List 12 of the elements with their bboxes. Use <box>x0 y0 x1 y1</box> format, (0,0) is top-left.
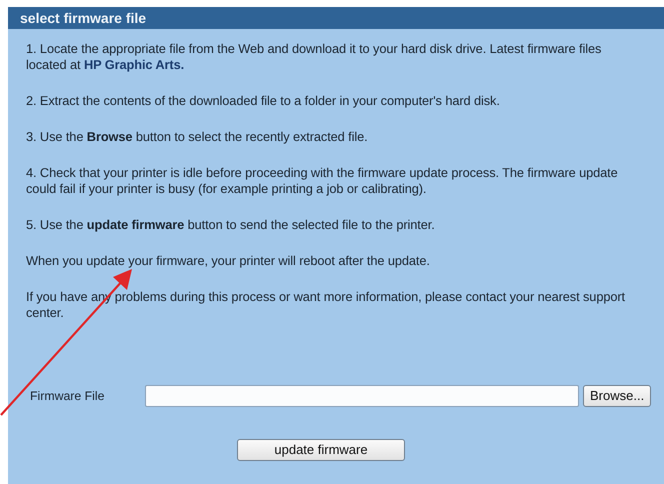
instruction-text: 3. Use the Browse button to select the recently extracted file. <box>26 129 369 145</box>
file-path-field[interactable] <box>145 385 579 407</box>
instruction-text: 1. Locate the appropriate file from the Web and download it to your hard disk drive. Latest firmware files located at HP Graphic Arts. <box>26 41 602 73</box>
instruction-text: 4. Check that your printer is idle before proceeding with the firmware update process. The firmware update could fail if your printer is busy (for example printing a job or calibrating). <box>26 165 619 197</box>
field-label: Firmware File <box>30 388 106 405</box>
instruction-text: 2. Extract the contents of the downloaded file to a folder in your computer's hard disk. <box>26 93 501 109</box>
browse-button[interactable]: Browse... <box>583 385 652 407</box>
instruction-text: When you update your firmware, your printer will reboot after the update. <box>26 253 431 269</box>
update-firmware-button[interactable]: update firmware <box>237 439 405 461</box>
graphic-arts-link[interactable]: HP Graphic Arts. <box>84 57 184 72</box>
instruction-text: 5. Use the update firmware button to send the selected file to the printer. <box>26 217 436 233</box>
panel-title: select firmware file <box>8 7 664 29</box>
